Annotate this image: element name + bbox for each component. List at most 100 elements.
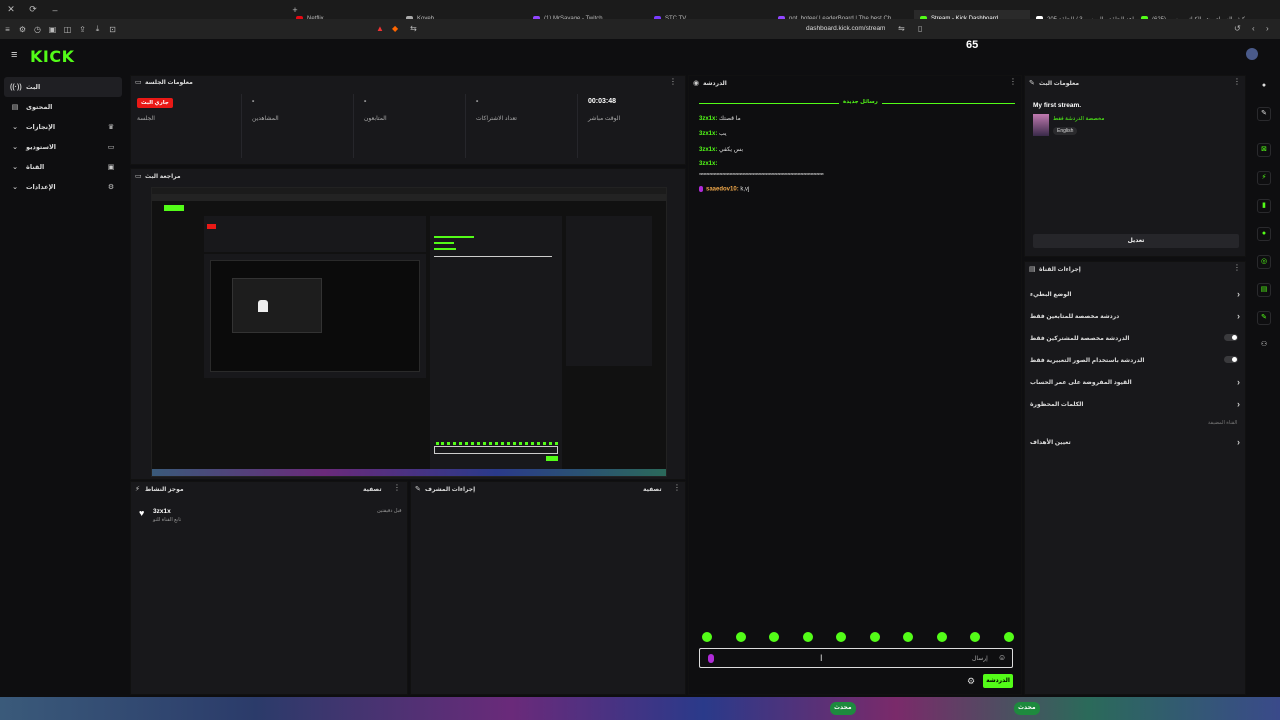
stream-category[interactable]: مخصصة الدردشة فقط (1053, 116, 1104, 122)
alert-icon[interactable]: ⊠ (1257, 143, 1271, 157)
people-icon[interactable]: ⚇ (1257, 339, 1271, 353)
close-window-icon[interactable]: ✕ (0, 4, 22, 15)
more-options-icon[interactable]: ⋮ (393, 483, 401, 492)
content-icon: ▤ (11, 104, 19, 111)
shield-icon[interactable]: ◆ (392, 24, 398, 33)
split-view-icon[interactable]: ◫ (60, 25, 75, 34)
bookmark-icon[interactable]: ▯ (918, 24, 922, 33)
nav-item[interactable]: ⌄ القناة ▣ (4, 157, 122, 177)
broadcast-icon[interactable]: ◎ (1257, 255, 1271, 269)
channel-action-row[interactable]: الدردشة باستخدام الصور التعبيرية فقط (1030, 356, 1240, 364)
more-options-icon[interactable]: ⋮ (1233, 263, 1241, 272)
session-info-panel: معلومات الجلسة ▭ ⋮ جاري البث الجلسة - الم… (130, 75, 686, 165)
new-messages-banner: رسائل جديدة (839, 99, 882, 105)
chat-input[interactable]: I إرسال ☺ (699, 648, 1013, 668)
emote-icon[interactable] (869, 632, 880, 642)
warning-icon[interactable]: ▲ (376, 24, 384, 33)
back-icon[interactable]: ↺ (1234, 24, 1241, 33)
channel-action-row[interactable]: الدردشة مخصصة للمشتركين فقط (1030, 334, 1240, 342)
channel-action-row[interactable]: دردشة مخصصة للمتابعين فقط › (1030, 311, 1240, 321)
list-icon[interactable]: ▤ (1257, 283, 1271, 297)
nav-item[interactable]: ⌄ الإنجازات ♛ (4, 117, 122, 137)
forward-icon[interactable]: ‹ (1252, 24, 1255, 33)
more-options-icon[interactable]: ⋮ (669, 77, 677, 86)
screenshot-icon[interactable]: ⊡ (105, 25, 120, 34)
avatar[interactable] (1246, 48, 1258, 60)
chat-username[interactable]: 3zx1x: (699, 147, 717, 153)
chat-send-button[interactable]: الدردشة (983, 674, 1013, 688)
settings-icon[interactable]: ⚙ (15, 25, 30, 34)
chat-settings-icon[interactable]: ⚙ (967, 676, 975, 687)
chat-username[interactable]: 3zx1x: (699, 131, 717, 137)
filter-button[interactable]: تصفية (643, 486, 662, 493)
tabs-icon[interactable]: ▣ (45, 25, 60, 34)
clipboard-icon[interactable]: ▮ (1257, 199, 1271, 213)
live-badge: جاري البث (137, 98, 173, 108)
more-options-icon[interactable]: ⋮ (1009, 77, 1017, 86)
set-goals-row[interactable]: تعيين الأهداف › (1030, 437, 1240, 447)
toggle-switch[interactable] (1224, 356, 1238, 363)
channel-action-row[interactable]: الوضع البطيء › (1030, 289, 1240, 299)
lightning-icon[interactable]: ⚡ (1257, 171, 1271, 185)
chat-username[interactable]: 3zx1x: (699, 116, 717, 122)
kick-logo[interactable]: KICK (30, 47, 75, 66)
menu-icon[interactable]: › (1266, 24, 1269, 33)
share-icon[interactable]: ⇪ (75, 25, 90, 34)
more-options-icon[interactable]: ⋮ (673, 483, 681, 492)
channel-action-row[interactable]: القيود المفروضة على عمر الحساب › (1030, 377, 1240, 387)
info-icon[interactable]: ● (1257, 80, 1271, 94)
stream-video[interactable] (151, 187, 667, 477)
chat-user-badge-icon (708, 654, 714, 663)
chat-message: 3zx1x: يب (699, 130, 727, 137)
edit-stream-button[interactable]: تعديل (1033, 234, 1239, 248)
hamburger-menu-icon[interactable]: ≡ (11, 49, 17, 61)
emote-icon[interactable] (735, 632, 746, 642)
emote-icon[interactable] (936, 632, 947, 642)
chat-panel: ◉ الدردشة ⋮ رسائل جديدة 3zx1x: ما قصتك 3z… (688, 75, 1022, 695)
nav-item-label: البث (26, 84, 41, 91)
channel-action-label: الدردشة باستخدام الصور التعبيرية فقط (1030, 358, 1145, 364)
emote-icon[interactable] (970, 632, 980, 642)
taskbar-update-chip[interactable]: محدث (830, 702, 856, 715)
nested-inner-white (258, 300, 268, 312)
nested-session-panel (204, 216, 426, 252)
heart-icon: ♥ (139, 508, 145, 518)
filter-button[interactable]: تصفية (363, 486, 382, 493)
chat-username[interactable]: 3zx1x: (699, 161, 717, 167)
user-badge-icon (699, 186, 703, 192)
nav-item[interactable]: ▤ المحتوى (4, 97, 122, 117)
emote-icon[interactable] (903, 632, 913, 642)
channel-action-label: الكلمات المحظورة (1030, 402, 1084, 408)
toggle-switch[interactable] (1224, 334, 1238, 341)
nav-item[interactable]: ((·)) البث (4, 77, 122, 97)
stat-value: - (252, 98, 255, 105)
minimize-icon[interactable]: – (44, 5, 66, 15)
sidebar-nav: ((·)) البث ▤ المحتوى ⌄ الإنجازات ♛ ⌄ الاستوديو ▭ ⌄… (0, 77, 126, 697)
history-icon[interactable]: ◷ (30, 25, 45, 34)
url-field[interactable]: dashboard.kick.com/stream (806, 25, 885, 32)
taskbar-update-chip[interactable]: محدث (1014, 702, 1040, 715)
category-thumbnail (1033, 114, 1049, 136)
chat-username[interactable]: saaedov10: (706, 187, 739, 193)
pen-icon[interactable]: ✎ (1257, 107, 1271, 121)
emoji-picker-icon[interactable]: ☺ (998, 653, 1006, 662)
activity-user[interactable]: 3zx1x (153, 508, 171, 515)
emote-icon[interactable] (1003, 632, 1014, 642)
sidebar-toggle-icon[interactable]: ≡ (0, 25, 15, 34)
nav-item[interactable]: ⌄ الإعدادات ⚙ (4, 177, 122, 197)
chat-bubble-icon[interactable]: ● (1257, 227, 1271, 241)
emote-icon[interactable] (836, 632, 846, 642)
download-icon[interactable]: ⤓ (90, 24, 105, 34)
nested-inner-preview (232, 278, 322, 333)
nav-item[interactable]: ⌄ الاستوديو ▭ (4, 137, 122, 157)
emote-icon[interactable] (769, 632, 779, 642)
translate-icon[interactable]: ⇋ (898, 24, 905, 33)
wrench-icon[interactable]: ✎ (1257, 311, 1271, 325)
page-action-icon[interactable]: ⇆ (410, 24, 417, 33)
nested-emote-row (436, 442, 558, 445)
channel-action-row[interactable]: الكلمات المحظورة › (1030, 399, 1240, 409)
emote-icon[interactable] (702, 632, 712, 642)
reload-icon[interactable]: ⟳ (22, 4, 44, 15)
emote-icon[interactable] (802, 632, 813, 642)
more-options-icon[interactable]: ⋮ (1233, 77, 1241, 86)
